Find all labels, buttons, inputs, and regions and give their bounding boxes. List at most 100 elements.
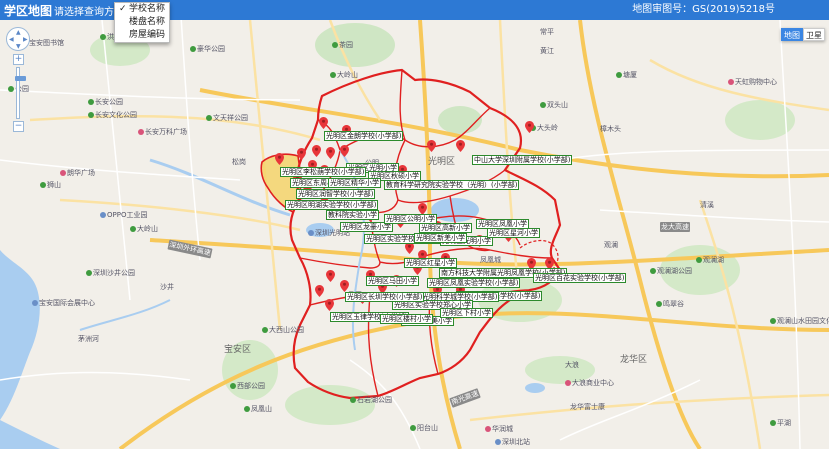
school-label[interactable]: 光明区明湖实验学校(小学部) — [285, 200, 379, 210]
map-pin-icon — [340, 145, 349, 157]
map-pin-icon — [525, 121, 534, 133]
school-label[interactable]: 光明区金朗学校(小学部) — [324, 131, 404, 141]
park-icon — [40, 182, 46, 188]
pan-up-icon[interactable]: ▲ — [16, 30, 21, 36]
school-pin[interactable] — [275, 153, 284, 165]
district-label: 宝安区 — [224, 345, 252, 355]
building-icon — [100, 212, 106, 218]
place-label: 天虹购物中心 — [728, 77, 777, 87]
zoom-slider-handle[interactable] — [15, 76, 26, 81]
query-mode-option-house-code[interactable]: 房屋编码 — [115, 29, 169, 42]
map-pin-icon — [456, 140, 465, 152]
zoom-control: + − — [13, 54, 26, 132]
place-label: 观澜湖 — [696, 255, 724, 265]
zoom-in-button[interactable]: + — [13, 54, 24, 65]
place-label: 黄江 — [540, 47, 554, 55]
place-label: 清溪 — [700, 201, 714, 209]
school-label[interactable]: 光明区楼村小学 — [380, 314, 433, 324]
school-pin[interactable] — [340, 145, 349, 157]
place-label: 茅洲河 — [78, 335, 99, 343]
park-icon — [190, 46, 196, 52]
query-mode-option-school[interactable]: ✓ 学校名称 — [115, 3, 169, 16]
school-pin[interactable] — [315, 285, 324, 297]
school-pin[interactable] — [326, 147, 335, 159]
school-pin[interactable] — [319, 117, 328, 129]
query-mode-dropdown[interactable]: ✓ 学校名称 楼盘名称 房屋编码 — [114, 2, 170, 43]
school-pin[interactable] — [456, 140, 465, 152]
place-label: 阳台山 — [410, 423, 438, 433]
park-icon — [230, 383, 236, 389]
school-label[interactable]: 光明区百花实验学校(小学部) — [533, 273, 627, 283]
shopping-icon — [728, 79, 734, 85]
school-label[interactable]: 光明区红星小学 — [404, 258, 457, 268]
pan-left-icon[interactable]: ◀ — [9, 37, 14, 43]
map-canvas[interactable] — [0, 0, 829, 449]
pan-control[interactable]: ▲ ▼ ◀ ▶ — [6, 27, 30, 51]
school-label[interactable]: 光明区润智学校(小学部) — [296, 189, 376, 199]
school-pin[interactable] — [297, 148, 306, 160]
district-label: 龙华区 — [620, 355, 648, 365]
map-type-switch: 地图 卫星 — [781, 28, 825, 41]
map-pin-icon — [297, 148, 306, 160]
park-icon — [330, 72, 336, 78]
school-label[interactable]: 光明区长圳学校(小学部) — [345, 292, 425, 302]
place-label: 文天祥公园 — [206, 113, 248, 123]
school-label[interactable]: 光明区凤凰实验学校(小学部) — [427, 278, 521, 288]
school-pin[interactable] — [340, 280, 349, 292]
pan-down-icon[interactable]: ▼ — [16, 44, 21, 50]
map-background — [0, 0, 829, 449]
place-label: 塘厦 — [616, 70, 637, 80]
zoom-out-button[interactable]: − — [13, 121, 24, 132]
park-icon — [130, 226, 136, 232]
place-label: OPPO工业园 — [100, 210, 147, 220]
school-label[interactable]: 光明区马田小学 — [366, 276, 419, 286]
school-label[interactable]: 光明区下村小学 — [440, 308, 493, 318]
shopping-icon — [485, 426, 491, 432]
school-label[interactable]: 中山大学深圳附属学校(小学部) — [472, 155, 573, 165]
place-label: 宝安国际会展中心 — [32, 298, 95, 308]
school-label[interactable]: 教科院实验小学 — [326, 210, 379, 220]
school-pin[interactable] — [325, 299, 334, 311]
school-label[interactable]: 光明区星河小学 — [487, 228, 540, 238]
place-label: 观澜湖公园 — [650, 266, 692, 276]
map-pin-icon — [340, 280, 349, 292]
school-pin[interactable] — [326, 270, 335, 282]
park-icon — [88, 112, 94, 118]
map-approval-number: 地图审图号：GS(2019)5218号 — [632, 4, 775, 15]
place-label: 朗华广场 — [60, 168, 95, 178]
school-label[interactable]: 光明区李松蓢学校(小学部) — [280, 167, 367, 177]
place-label: 樟木头 — [600, 125, 621, 133]
zoom-slider-track[interactable] — [15, 67, 26, 119]
place-label: 豪华公园 — [190, 44, 225, 54]
place-label: 观澜 — [604, 241, 618, 249]
place-label: 平湖 — [770, 418, 791, 428]
map-type-map-button[interactable]: 地图 — [781, 28, 803, 41]
place-label: 石岩湖公园 — [350, 395, 392, 405]
map-type-satellite-button[interactable]: 卫星 — [803, 28, 825, 41]
place-label: 凤凰山 — [244, 404, 272, 414]
place-label: 沙井 — [160, 283, 174, 291]
park-icon — [770, 318, 776, 324]
pan-right-icon[interactable]: ▶ — [23, 37, 28, 43]
park-icon — [650, 268, 656, 274]
school-label[interactable]: 光明区精华小学 — [328, 178, 381, 188]
school-pin[interactable] — [312, 145, 321, 157]
place-label: 大头岭 — [530, 123, 558, 133]
school-label[interactable]: 光明区新羌小学 — [414, 233, 467, 243]
place-label: 深圳沙井公园 — [86, 268, 135, 278]
place-label: 西部公园 — [230, 381, 265, 391]
school-label[interactable]: 光明区高新小学 — [419, 223, 472, 233]
place-label: 常平 — [540, 28, 554, 36]
place-label: 龙华富士康 — [570, 403, 605, 411]
school-label[interactable]: 教育科学研究院实验学校（光明）(小学部) — [384, 180, 520, 190]
school-pin[interactable] — [427, 140, 436, 152]
query-mode-option-building[interactable]: 楼盘名称 — [115, 16, 169, 29]
map-app: 宝安图书馆 长安公园 长安文化公园 公园 长安万科广场 文天祥公园 豪华公园 洪… — [0, 0, 829, 449]
train-icon — [308, 230, 314, 236]
place-label: 华润城 — [485, 424, 513, 434]
park-icon — [332, 42, 338, 48]
park-icon — [8, 86, 14, 92]
shopping-icon — [565, 380, 571, 386]
building-icon — [32, 300, 38, 306]
school-pin[interactable] — [525, 121, 534, 133]
